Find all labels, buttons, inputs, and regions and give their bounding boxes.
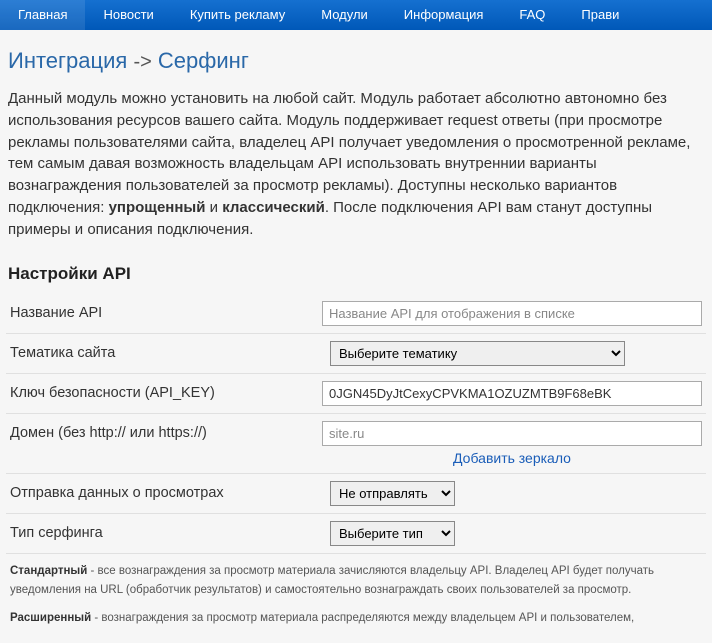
row-api-name: Название API bbox=[6, 294, 706, 334]
desc-bold-classic: классический bbox=[222, 199, 325, 216]
input-api-name[interactable] bbox=[322, 301, 702, 326]
api-settings-form: Название API Тематика сайта Выберите тем… bbox=[6, 294, 706, 554]
nav-info[interactable]: Информация bbox=[386, 0, 502, 30]
note-extended-label: Расширенный bbox=[10, 612, 91, 624]
desc-bold-simplified: упрощенный bbox=[109, 199, 206, 216]
label-send-views: Отправка данных о просмотрах bbox=[10, 481, 330, 501]
top-nav: Главная Новости Купить рекламу Модули Ин… bbox=[0, 0, 712, 30]
input-api-key[interactable] bbox=[322, 381, 702, 406]
select-send-views[interactable]: Не отправлять bbox=[330, 481, 455, 506]
nav-rules[interactable]: Прави bbox=[563, 0, 637, 30]
desc-joiner: и bbox=[205, 199, 222, 216]
select-site-theme[interactable]: Выберите тематику bbox=[330, 341, 625, 366]
breadcrumb: Интеграция -> Серфинг bbox=[6, 48, 706, 74]
note-standard-text: - все вознаграждения за просмотр материа… bbox=[10, 565, 654, 595]
row-api-key: Ключ безопасности (API_KEY) bbox=[6, 374, 706, 414]
nav-home[interactable]: Главная bbox=[0, 0, 85, 30]
row-site-theme: Тематика сайта Выберите тематику bbox=[6, 334, 706, 374]
nav-modules[interactable]: Модули bbox=[303, 0, 386, 30]
breadcrumb-arrow: -> bbox=[133, 51, 151, 73]
breadcrumb-surfing[interactable]: Серфинг bbox=[158, 48, 249, 73]
label-domain: Домен (без http:// или https://) bbox=[10, 421, 322, 441]
note-standard-label: Стандартный bbox=[10, 565, 87, 577]
note-extended-text: - вознаграждения за просмотр материала р… bbox=[91, 612, 634, 624]
surf-type-notes: Стандартный - все вознаграждения за прос… bbox=[6, 554, 706, 627]
section-title-api-settings: Настройки API bbox=[6, 264, 706, 284]
breadcrumb-integration[interactable]: Интеграция bbox=[8, 48, 127, 73]
row-surf-type: Тип серфинга Выберите тип bbox=[6, 514, 706, 554]
desc-text-1: Данный модуль можно установить на любой … bbox=[8, 90, 690, 216]
row-send-views: Отправка данных о просмотрах Не отправля… bbox=[6, 474, 706, 514]
input-domain[interactable] bbox=[322, 421, 702, 446]
label-api-key: Ключ безопасности (API_KEY) bbox=[10, 381, 322, 401]
select-surf-type[interactable]: Выберите тип bbox=[330, 521, 455, 546]
link-add-mirror[interactable]: Добавить зеркало bbox=[322, 450, 702, 466]
label-api-name: Название API bbox=[10, 301, 322, 321]
nav-faq[interactable]: FAQ bbox=[501, 0, 563, 30]
nav-buy-ads[interactable]: Купить рекламу bbox=[172, 0, 303, 30]
module-description: Данный модуль можно установить на любой … bbox=[6, 88, 706, 240]
label-surf-type: Тип серфинга bbox=[10, 521, 330, 541]
label-site-theme: Тематика сайта bbox=[10, 341, 330, 361]
nav-news[interactable]: Новости bbox=[85, 0, 171, 30]
row-domain: Домен (без http:// или https://) Добавит… bbox=[6, 414, 706, 474]
